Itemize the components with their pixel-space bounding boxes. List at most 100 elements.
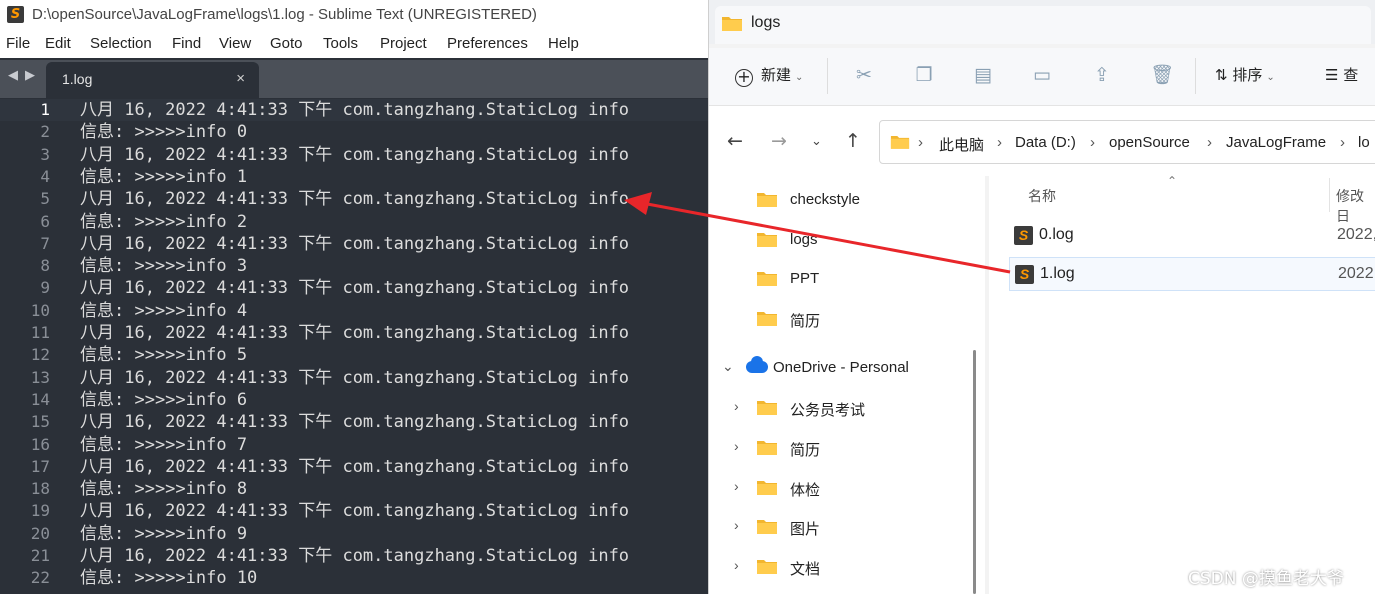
nav-label: 公务员考试 bbox=[790, 402, 866, 419]
new-button[interactable]: + 新建 ⌄ bbox=[735, 64, 803, 87]
code-line[interactable]: 21 八月 16, 2022 4:41:33 下午 com.tangzhang.S… bbox=[0, 545, 708, 567]
nav-label: OneDrive - Personal bbox=[773, 359, 909, 376]
breadcrumb-opensource[interactable]: openSource bbox=[1109, 134, 1190, 151]
nav-scrollbar[interactable] bbox=[973, 350, 976, 594]
back-arrow-icon[interactable]: ← bbox=[727, 130, 743, 152]
tab-1-log[interactable]: 1.log × bbox=[46, 62, 259, 98]
paste-icon[interactable]: ▤ bbox=[972, 64, 994, 86]
breadcrumb-data-d[interactable]: Data (D:) bbox=[1015, 134, 1076, 151]
code-line[interactable]: 12 信息: >>>>>info 5 bbox=[0, 344, 708, 366]
code-line[interactable]: 10 信息: >>>>>info 4 bbox=[0, 300, 708, 322]
forward-arrow-icon[interactable]: → bbox=[771, 130, 787, 152]
code-line[interactable]: 1 八月 16, 2022 4:41:33 下午 com.tangzhang.St… bbox=[0, 99, 708, 121]
code-line[interactable]: 6 信息: >>>>>info 2 bbox=[0, 211, 708, 233]
view-button[interactable]: ☰ 查 bbox=[1325, 64, 1358, 85]
code-line[interactable]: 19 八月 16, 2022 4:41:33 下午 com.tangzhang.S… bbox=[0, 500, 708, 522]
chevron-right-icon[interactable]: › bbox=[734, 517, 739, 533]
rename-icon[interactable]: ▭ bbox=[1031, 64, 1053, 86]
plus-icon: + bbox=[735, 69, 753, 87]
chevron-right-icon[interactable]: › bbox=[734, 478, 739, 494]
line-number: 22 bbox=[30, 568, 50, 588]
code-line[interactable]: 22 信息: >>>>>info 10 bbox=[0, 567, 708, 589]
nav-label: PPT bbox=[790, 270, 820, 287]
file-date: 2022, bbox=[1338, 265, 1375, 282]
menu-preferences[interactable]: Preferences bbox=[447, 35, 528, 52]
menu-file[interactable]: File bbox=[6, 35, 30, 52]
line-number: 13 bbox=[30, 367, 50, 387]
line-number: 7 bbox=[40, 233, 50, 253]
line-text: 八月 16, 2022 4:41:33 下午 com.tangzhang.Sta… bbox=[80, 144, 630, 165]
menu-edit[interactable]: Edit bbox=[45, 35, 71, 52]
line-number: 15 bbox=[30, 412, 50, 432]
sort-ascending-icon: ⌃ bbox=[1167, 174, 1178, 188]
code-line[interactable]: 18 信息: >>>>>info 8 bbox=[0, 478, 708, 500]
code-line[interactable]: 3 八月 16, 2022 4:41:33 下午 com.tangzhang.St… bbox=[0, 144, 708, 166]
line-number: 19 bbox=[30, 501, 50, 521]
line-text: 八月 16, 2022 4:41:33 下午 com.tangzhang.Sta… bbox=[80, 278, 630, 299]
menu-find[interactable]: Find bbox=[172, 35, 201, 52]
chevron-right-icon[interactable]: › bbox=[734, 398, 739, 414]
code-line[interactable]: 13 八月 16, 2022 4:41:33 下午 com.tangzhang.S… bbox=[0, 367, 708, 389]
delete-icon[interactable]: 🗑 bbox=[1150, 64, 1174, 86]
menu-selection[interactable]: Selection bbox=[90, 35, 152, 52]
code-line[interactable]: 7 八月 16, 2022 4:41:33 下午 com.tangzhang.St… bbox=[0, 233, 708, 255]
file-row-0-log[interactable]: S 0.log 2022, bbox=[1009, 219, 1375, 253]
chevron-down-icon[interactable]: ⌄ bbox=[722, 358, 734, 375]
file-row-1-log[interactable]: S 1.log 2022, bbox=[1009, 257, 1375, 291]
line-text: 信息: >>>>>info 2 bbox=[80, 211, 248, 232]
copy-icon[interactable]: ❐ bbox=[913, 64, 935, 86]
tab-scroll-right-icon[interactable]: ▶ bbox=[25, 68, 35, 83]
menu-help[interactable]: Help bbox=[548, 35, 579, 52]
code-line[interactable]: 5 八月 16, 2022 4:41:33 下午 com.tangzhang.St… bbox=[0, 188, 708, 210]
chevron-right-icon: › bbox=[1340, 134, 1345, 151]
breadcrumb-javalogframe[interactable]: JavaLogFrame bbox=[1226, 134, 1326, 151]
code-line[interactable]: 9 八月 16, 2022 4:41:33 下午 com.tangzhang.St… bbox=[0, 277, 708, 299]
window-title: D:\openSource\JavaLogFrame\logs\1.log - … bbox=[32, 6, 537, 23]
menu-goto[interactable]: Goto bbox=[270, 35, 303, 52]
tab-scroll-left-icon[interactable]: ◀ bbox=[8, 68, 18, 83]
tab-label: logs bbox=[751, 14, 781, 31]
line-number: 8 bbox=[40, 256, 50, 276]
up-arrow-icon[interactable]: ↑ bbox=[845, 130, 861, 152]
menu-project[interactable]: Project bbox=[380, 35, 427, 52]
file-date: 2022, bbox=[1337, 226, 1375, 243]
code-line[interactable]: 17 八月 16, 2022 4:41:33 下午 com.tangzhang.S… bbox=[0, 456, 708, 478]
chevron-right-icon: › bbox=[1090, 134, 1095, 151]
chevron-right-icon[interactable]: › bbox=[734, 438, 739, 454]
cut-icon[interactable]: ✂ bbox=[853, 64, 875, 86]
code-line[interactable]: 15 八月 16, 2022 4:41:33 下午 com.tangzhang.S… bbox=[0, 411, 708, 433]
line-text: 八月 16, 2022 4:41:33 下午 com.tangzhang.Sta… bbox=[80, 412, 630, 433]
line-text: 八月 16, 2022 4:41:33 下午 com.tangzhang.Sta… bbox=[80, 100, 630, 120]
address-bar[interactable]: › 此电脑 › Data (D:) › openSource › JavaLog… bbox=[879, 120, 1375, 164]
close-icon[interactable]: × bbox=[236, 70, 245, 87]
column-header-name[interactable]: 名称 bbox=[1028, 186, 1056, 206]
share-icon[interactable]: ⇪ bbox=[1091, 64, 1113, 86]
breadcrumb-this-pc[interactable]: 此电脑 bbox=[939, 134, 984, 155]
folder-icon bbox=[757, 441, 777, 455]
sublime-app-icon: S bbox=[7, 6, 24, 23]
code-line[interactable]: 20 信息: >>>>>info 9 bbox=[0, 523, 708, 545]
sort-button[interactable]: ⇅ 排序 ⌄ bbox=[1215, 64, 1275, 85]
line-text: 信息: >>>>>info 4 bbox=[80, 300, 248, 321]
explorer-tab-logs[interactable]: logs bbox=[715, 6, 1371, 44]
code-line[interactable]: 11 八月 16, 2022 4:41:33 下午 com.tangzhang.S… bbox=[0, 322, 708, 344]
code-line[interactable]: 8 信息: >>>>>info 3 bbox=[0, 255, 708, 277]
chevron-right-icon[interactable]: › bbox=[734, 557, 739, 573]
column-divider[interactable] bbox=[1329, 178, 1330, 212]
code-line[interactable]: 16 信息: >>>>>info 7 bbox=[0, 434, 708, 456]
line-number: 16 bbox=[30, 434, 50, 454]
menu-tools[interactable]: Tools bbox=[323, 35, 358, 52]
line-text: 八月 16, 2022 4:41:33 下午 com.tangzhang.Sta… bbox=[80, 233, 630, 254]
recent-dropdown-icon[interactable]: ⌄ bbox=[811, 134, 822, 149]
code-line[interactable]: 2 信息: >>>>>info 0 bbox=[0, 121, 708, 143]
line-text: 信息: >>>>>info 8 bbox=[80, 479, 248, 500]
line-text: 八月 16, 2022 4:41:33 下午 com.tangzhang.Sta… bbox=[80, 189, 630, 210]
code-line[interactable]: 14 信息: >>>>>info 6 bbox=[0, 389, 708, 411]
code-line[interactable]: 4 信息: >>>>>info 1 bbox=[0, 166, 708, 188]
file-list: ⌃ 名称 修改日 S 0.log 2022, S 1.log 2022, bbox=[989, 174, 1375, 594]
sublime-titlebar: S D:\openSource\JavaLogFrame\logs\1.log … bbox=[0, 0, 708, 30]
breadcrumb-logs[interactable]: lo bbox=[1358, 134, 1370, 151]
code-editor[interactable]: 1 八月 16, 2022 4:41:33 下午 com.tangzhang.St… bbox=[0, 98, 708, 594]
nav-label: 简历 bbox=[790, 313, 821, 330]
menu-view[interactable]: View bbox=[219, 35, 251, 52]
